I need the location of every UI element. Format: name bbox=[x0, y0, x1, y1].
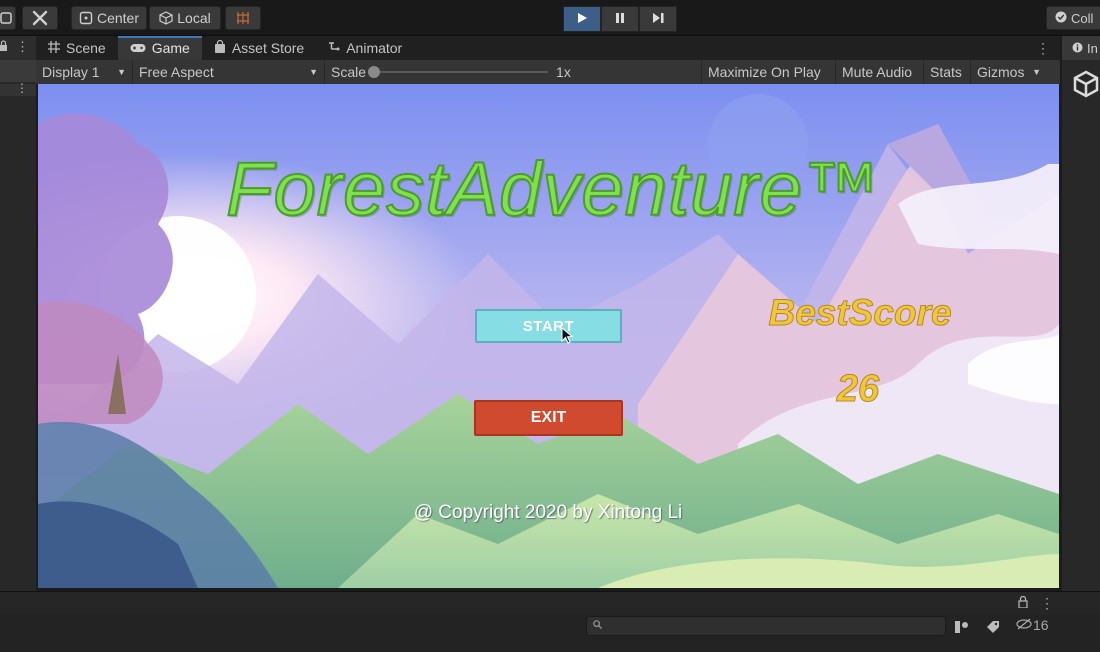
tab-asset-store-label: Asset Store bbox=[231, 40, 305, 56]
more-options-icon[interactable]: ⋮ bbox=[1036, 40, 1050, 57]
hierarchy-panel: ⋮ ⋮ bbox=[0, 36, 36, 591]
eye-off-icon bbox=[1016, 617, 1032, 633]
collab-button[interactable]: Coll bbox=[1046, 6, 1100, 30]
pivot-center-button[interactable]: Center bbox=[71, 6, 147, 30]
caret-down-icon: ▼ bbox=[309, 67, 318, 77]
tab-game-label: Game bbox=[151, 40, 190, 56]
scale-slider[interactable] bbox=[368, 66, 549, 78]
caret-down-icon: ▼ bbox=[117, 67, 126, 77]
gizmos-label: Gizmos bbox=[977, 64, 1025, 80]
stats-label: Stats bbox=[930, 64, 962, 80]
space-label: Local bbox=[177, 10, 211, 26]
game-viewport: ForestAdventure™ START EXIT BestScore 26… bbox=[38, 84, 1059, 588]
checkmark-circle-icon bbox=[1055, 11, 1067, 26]
display-label: Display 1 bbox=[42, 64, 100, 80]
cube-icon bbox=[159, 11, 173, 25]
main-toolbar: Center Local Coll bbox=[0, 0, 1100, 36]
display-dropdown[interactable]: Display 1 ▼ bbox=[36, 60, 133, 84]
pivot-label: Center bbox=[96, 10, 140, 26]
pause-icon bbox=[614, 12, 626, 27]
gamepad-icon bbox=[130, 40, 146, 56]
more-icon[interactable]: ⋮ bbox=[16, 39, 29, 55]
hand-tool-button[interactable] bbox=[0, 6, 16, 30]
hidden-count-value: 16 bbox=[1033, 617, 1049, 633]
gizmos-dropdown[interactable]: Gizmos ▼ bbox=[971, 60, 1047, 84]
console-panel: ⋮ 16 bbox=[0, 591, 1100, 652]
scale-control: Scale 1x bbox=[325, 60, 702, 84]
snap-button[interactable] bbox=[225, 6, 261, 30]
hierarchy-tab[interactable]: ⋮ bbox=[0, 36, 36, 60]
tools-icon bbox=[31, 9, 49, 27]
grid-snap-icon bbox=[236, 11, 250, 25]
stats-toggle[interactable]: Stats bbox=[924, 60, 971, 84]
inspector-tab-label: In bbox=[1087, 40, 1098, 56]
scale-label: Scale bbox=[331, 64, 367, 80]
maximize-on-play-toggle[interactable]: Maximize On Play bbox=[702, 60, 836, 84]
console-header bbox=[0, 592, 1100, 614]
pivot-icon bbox=[79, 11, 93, 25]
scale-slider-handle[interactable] bbox=[368, 66, 381, 78]
maximize-label: Maximize On Play bbox=[708, 64, 821, 80]
more-options-icon[interactable]: ⋮ bbox=[1040, 595, 1054, 612]
search-icon bbox=[593, 620, 602, 632]
hidden-count[interactable]: 16 bbox=[1016, 617, 1049, 633]
space-local-button[interactable]: Local bbox=[149, 6, 221, 30]
tab-game[interactable]: Game bbox=[117, 36, 202, 60]
exit-button[interactable]: EXIT bbox=[474, 400, 623, 436]
step-button[interactable] bbox=[639, 6, 677, 32]
hierarchy-search[interactable] bbox=[0, 60, 36, 82]
inspector-panel: In bbox=[1062, 36, 1100, 591]
tag-icon[interactable] bbox=[986, 618, 1000, 636]
more-icon[interactable]: ⋮ bbox=[16, 81, 28, 95]
mute-label: Mute Audio bbox=[842, 64, 913, 80]
tab-scene-label: Scene bbox=[66, 40, 106, 56]
scale-value: 1x bbox=[556, 64, 571, 80]
hand-tool-icon bbox=[0, 11, 12, 25]
view-tabbar: Scene Game Asset Store Animator ⋮ bbox=[36, 36, 1060, 60]
tab-animator[interactable]: Animator bbox=[316, 36, 414, 60]
mouse-cursor-icon bbox=[561, 326, 574, 348]
inspector-tab[interactable]: In bbox=[1062, 36, 1100, 60]
filter-icon[interactable] bbox=[954, 618, 970, 636]
aspect-dropdown[interactable]: Free Aspect ▼ bbox=[133, 60, 325, 84]
play-icon bbox=[576, 12, 588, 27]
best-score-label: BestScore bbox=[768, 292, 952, 334]
playback-controls bbox=[563, 6, 677, 32]
shopping-bag-icon bbox=[214, 39, 226, 56]
game-view-toolbar: Display 1 ▼ Free Aspect ▼ Scale 1x Maxim… bbox=[36, 60, 1060, 84]
tools-button[interactable] bbox=[22, 6, 58, 30]
caret-down-icon: ▼ bbox=[1032, 67, 1041, 77]
play-button[interactable] bbox=[563, 6, 601, 32]
hierarchy-row[interactable]: ⋮ bbox=[0, 81, 36, 96]
aspect-label: Free Aspect bbox=[139, 64, 214, 80]
mute-audio-toggle[interactable]: Mute Audio bbox=[836, 60, 924, 84]
collab-label: Coll bbox=[1071, 10, 1094, 26]
grid-icon bbox=[48, 40, 60, 56]
tab-animator-label: Animator bbox=[346, 40, 403, 56]
best-score-value: 26 bbox=[836, 368, 880, 411]
game-title: ForestAdventure™ bbox=[225, 146, 880, 233]
start-button[interactable]: START bbox=[475, 309, 622, 343]
lock-icon[interactable] bbox=[1018, 595, 1028, 611]
unity-logo-icon bbox=[1072, 70, 1100, 101]
pause-button[interactable] bbox=[601, 6, 639, 32]
step-icon bbox=[651, 12, 665, 27]
lock-icon[interactable] bbox=[0, 40, 8, 55]
info-icon bbox=[1072, 41, 1083, 56]
tab-asset-store[interactable]: Asset Store bbox=[202, 36, 316, 60]
animator-icon bbox=[328, 40, 340, 56]
tab-scene[interactable]: Scene bbox=[36, 36, 118, 60]
copyright-text: @ Copyright 2020 by Xintong Li bbox=[413, 502, 683, 523]
console-search-input[interactable] bbox=[586, 616, 946, 636]
